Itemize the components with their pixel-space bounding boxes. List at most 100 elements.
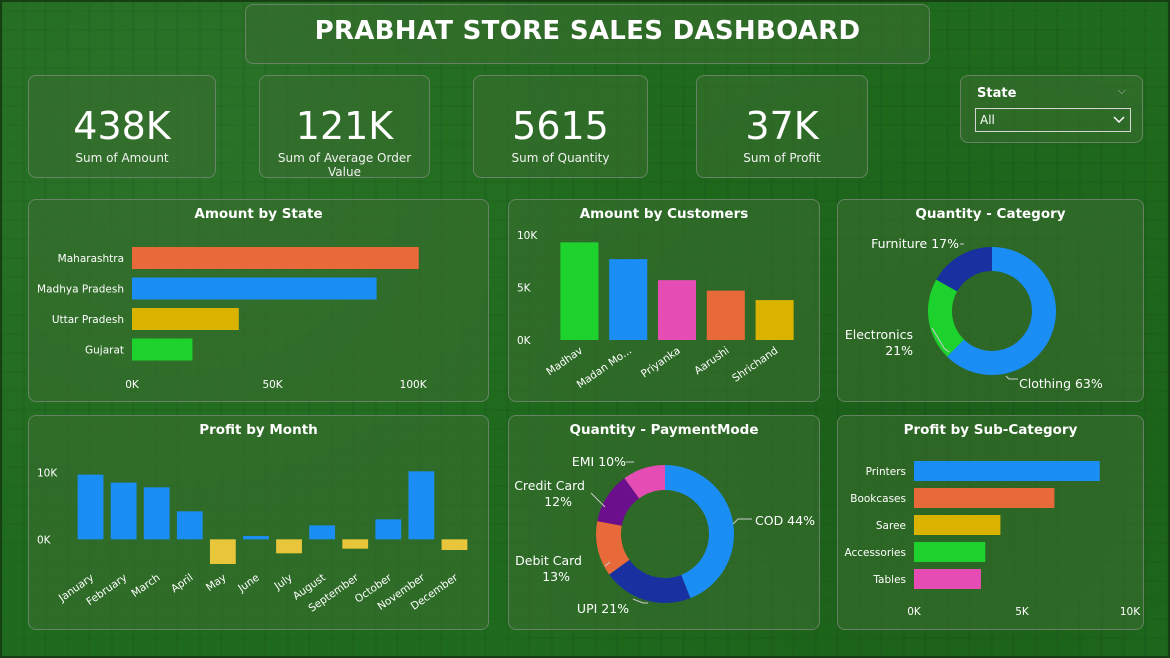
- bar[interactable]: [755, 300, 794, 340]
- profit-by-month-chart[interactable]: JanuaryFebruary March April May June JulyAugu…: [29, 416, 490, 631]
- kpi-card-amount[interactable]: 438K Sum of Amount: [28, 75, 216, 178]
- donut-slice[interactable]: [609, 559, 691, 603]
- amount-by-customers-chart[interactable]: MadhavMadan Mo... Priyanka AarushiShrichan…: [509, 200, 821, 403]
- kpi-value: 438K: [73, 104, 171, 148]
- quantity-paymentmode-chart[interactable]: COD 44% UPI 21% Debit Card13% Credit Card12…: [509, 416, 821, 631]
- category-label: July: [272, 572, 295, 593]
- slice-label: Credit Card: [514, 478, 585, 493]
- tick-label: 0K: [125, 379, 140, 391]
- bar[interactable]: [143, 487, 170, 540]
- bar[interactable]: [441, 539, 468, 550]
- tick-label: 0K: [517, 335, 532, 347]
- chart-card-amount-by-customers[interactable]: Amount by Customers Madhav Madan Mo... Pri…: [508, 199, 820, 402]
- kpi-label: Sum of Average Order Value: [277, 151, 412, 179]
- bar[interactable]: [276, 539, 302, 554]
- bar[interactable]: [914, 515, 1001, 535]
- category-label: Maharashtra: [58, 253, 124, 265]
- bar[interactable]: [609, 259, 648, 340]
- state-dropdown[interactable]: All: [975, 108, 1131, 132]
- chart-card-profit-by-month[interactable]: Profit by Month January February March Apri…: [28, 415, 489, 630]
- profit-by-sub-category-chart[interactable]: Printers Bookcases Saree Accessories Tables 0…: [838, 416, 1145, 631]
- category-label: May: [204, 572, 229, 594]
- bar[interactable]: [176, 511, 203, 540]
- category-label: Bookcases: [850, 493, 906, 505]
- bar[interactable]: [342, 539, 369, 549]
- chart-card-profit-by-sub-category[interactable]: Profit by Sub-Category Printers Bookcases…: [837, 415, 1144, 630]
- category-label: Printers: [866, 466, 906, 478]
- state-dropdown-value: All: [980, 113, 995, 127]
- slice-label: EMI 10%: [572, 454, 626, 469]
- bar[interactable]: [914, 488, 1055, 508]
- leader-line[interactable]: [732, 518, 752, 525]
- bar[interactable]: [914, 569, 981, 589]
- bar[interactable]: [132, 338, 193, 361]
- leader-line[interactable]: [590, 492, 606, 508]
- category-label: April: [169, 572, 196, 596]
- category-label: June: [235, 572, 261, 596]
- category-label: Shrichand: [730, 345, 780, 385]
- category-label: Madan Mo...: [575, 345, 634, 391]
- kpi-card-average-order-value[interactable]: 121K Sum of Average Order Value: [259, 75, 430, 179]
- kpi-value: 121K: [295, 104, 394, 148]
- category-label: Madhav: [544, 345, 585, 379]
- amount-by-state-chart[interactable]: Maharashtra Madhya Pradesh Uttar Pradesh Gu…: [29, 200, 490, 403]
- category-label: Madhya Pradesh: [37, 284, 124, 296]
- category-label: March: [129, 572, 162, 600]
- slice-label: UPI 21%: [577, 601, 629, 616]
- bar[interactable]: [209, 539, 236, 564]
- slice-label: COD 44%: [755, 513, 815, 528]
- leader-line[interactable]: [1005, 375, 1018, 380]
- tick-label: 100K: [400, 379, 428, 391]
- kpi-value: 5615: [512, 104, 609, 148]
- category-label: Priyanka: [639, 345, 683, 381]
- state-slicer[interactable]: State ⌵ All: [960, 75, 1143, 143]
- tick-label: 0K: [37, 534, 52, 546]
- bar[interactable]: [110, 482, 137, 540]
- bar[interactable]: [706, 290, 745, 340]
- bar[interactable]: [657, 280, 697, 340]
- dashboard-title-panel: PRABHAT STORE SALES DASHBOARD: [245, 4, 930, 64]
- category-label: Uttar Pradesh: [52, 314, 124, 326]
- chart-card-amount-by-state[interactable]: Amount by State Maharashtra Madhya Prades…: [28, 199, 489, 402]
- bar[interactable]: [243, 536, 269, 540]
- kpi-card-quantity[interactable]: 5615 Sum of Quantity: [473, 75, 648, 178]
- chevron-down-icon[interactable]: ⌵: [1118, 84, 1126, 98]
- slice-label: Furniture 17%: [871, 236, 959, 251]
- category-label: Gujarat: [85, 345, 124, 357]
- tick-label: 5K: [517, 283, 532, 295]
- chevron-down-icon[interactable]: [1112, 111, 1126, 131]
- kpi-label: Sum of Amount: [75, 151, 169, 165]
- slice-label: Clothing 63%: [1019, 376, 1103, 391]
- kpi-label: Sum of Profit: [743, 151, 821, 165]
- slicer-title: State: [977, 86, 1017, 101]
- dashboard-title: PRABHAT STORE SALES DASHBOARD: [314, 16, 861, 46]
- slice-percent: 12%: [544, 494, 572, 509]
- category-label: Saree: [876, 520, 906, 532]
- bar[interactable]: [560, 242, 599, 340]
- category-label: Accessories: [844, 547, 906, 559]
- bar[interactable]: [132, 308, 239, 330]
- tick-label: 5K: [1015, 606, 1030, 618]
- slice-percent: 13%: [542, 569, 570, 584]
- bar[interactable]: [77, 474, 104, 540]
- bar[interactable]: [132, 277, 377, 300]
- tick-label: 10K: [517, 230, 538, 242]
- chart-card-quantity-paymentmode[interactable]: Quantity - PaymentMode COD 44% UPI 21% Deb…: [508, 415, 820, 630]
- tick-label: 10K: [1120, 606, 1141, 618]
- slice-label: Debit Card: [515, 553, 582, 568]
- kpi-card-profit[interactable]: 37K Sum of Profit: [696, 75, 868, 178]
- bar[interactable]: [914, 461, 1100, 481]
- category-label: Tables: [872, 574, 906, 586]
- slice-label: Electronics: [845, 327, 913, 342]
- kpi-value: 37K: [745, 104, 819, 148]
- tick-label: 50K: [262, 379, 283, 391]
- quantity-category-chart[interactable]: Clothing 63% Electronics21% Furniture 17%: [838, 200, 1145, 403]
- bar[interactable]: [375, 519, 402, 540]
- tick-label: 0K: [907, 606, 922, 618]
- chart-card-quantity-category[interactable]: Quantity - Category Clothing 63% Electron…: [837, 199, 1144, 402]
- bar[interactable]: [408, 471, 435, 540]
- bar[interactable]: [132, 247, 419, 269]
- bar[interactable]: [309, 525, 336, 540]
- kpi-label: Sum of Quantity: [511, 151, 610, 165]
- bar[interactable]: [914, 542, 986, 562]
